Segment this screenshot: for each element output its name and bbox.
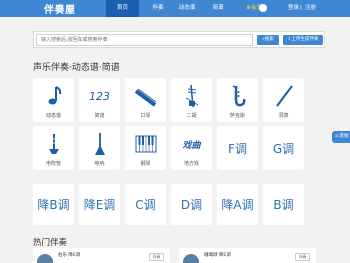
tile-label: 钢琴	[140, 161, 151, 167]
tile-label: 简谱	[94, 113, 105, 119]
tile-key-c[interactable]: C调	[125, 184, 166, 225]
accompaniment-button[interactable]: 伴奏	[149, 253, 164, 261]
suona-icon	[79, 132, 120, 156]
tile-key-b-flat[interactable]: 降B调	[33, 184, 74, 225]
tile-key-f[interactable]: F调	[217, 126, 258, 170]
tile-label: 动态谱	[45, 113, 61, 119]
tile-label: 电吹管	[45, 161, 61, 167]
section-title: 声乐伴奏·动态谱·简谱	[33, 63, 120, 73]
tile-flute[interactable]: 洞箫	[263, 78, 304, 122]
key-label: B调	[273, 198, 294, 212]
login-link[interactable]: 登录	[288, 0, 299, 17]
tile-key-g[interactable]: G调	[263, 126, 304, 170]
hot-item[interactable]: 伯乐 降E调 伴奏	[33, 248, 170, 263]
nav-item-home[interactable]: 首页	[106, 0, 139, 17]
register-link[interactable]: 注册	[305, 0, 316, 17]
tile-label: 萨克斯	[229, 113, 245, 119]
flute-icon	[263, 84, 304, 108]
hot-item-name: 珊瑚颂 降E调	[204, 253, 231, 258]
numbered-score-icon: 123	[89, 89, 110, 103]
album-cover	[183, 254, 199, 263]
tile-label: 洞箫	[278, 113, 289, 119]
key-label: 降A调	[221, 198, 254, 212]
tile-dynamic-score[interactable]: 动态谱	[33, 78, 74, 122]
upload-button-label: 上传生成伴奏	[291, 37, 319, 42]
tile-key-e-flat[interactable]: 降E调	[79, 184, 120, 225]
nav-item-accompaniment[interactable]: 伴奏	[146, 0, 170, 17]
hot-item[interactable]: 珊瑚颂 降E调 伴奏	[179, 248, 316, 263]
upload-button[interactable]: ⇧上传生成伴奏	[283, 35, 323, 45]
music-note-icon	[33, 84, 74, 108]
piano-icon	[125, 132, 166, 156]
avatar-icon[interactable]	[259, 4, 267, 12]
erhu-icon	[171, 84, 212, 108]
tile-key-d[interactable]: D调	[171, 184, 212, 225]
tile-key-b[interactable]: B调	[263, 184, 304, 225]
tile-local-opera[interactable]: 戏曲 地方戏	[171, 126, 212, 170]
hot-item-name: 伯乐 降E调	[58, 253, 81, 258]
key-label: D调	[180, 198, 203, 212]
opera-calligraphy-icon: 戏曲	[182, 140, 201, 151]
tile-saxophone[interactable]: 萨克斯	[217, 78, 258, 122]
hot-section-title: 热门伴奏	[33, 238, 68, 248]
wind-instrument-icon	[33, 132, 74, 156]
tile-wind-instrument[interactable]: 电吹管	[33, 126, 74, 170]
tile-key-a-flat[interactable]: 降A调	[217, 184, 258, 225]
search-bar: ⌕搜索 ⇧上传生成伴奏	[33, 31, 325, 48]
customer-service-label: 客服	[339, 134, 349, 139]
key-label: 降E调	[83, 198, 116, 212]
key-label: C调	[135, 198, 156, 212]
album-cover	[37, 254, 53, 263]
search-button[interactable]: ⌕搜索	[257, 35, 279, 45]
site-logo[interactable]: 伴奏屋	[44, 1, 76, 16]
harmonica-icon	[125, 84, 166, 108]
customer-service-button[interactable]: ☏客服	[332, 131, 350, 143]
search-button-label: 搜索	[264, 37, 274, 42]
tile-suona[interactable]: 唢呐	[79, 126, 120, 170]
tile-erhu[interactable]: 二胡	[171, 78, 212, 122]
tile-piano[interactable]: 钢琴	[125, 126, 166, 170]
tile-label: 地方戏	[183, 161, 199, 167]
tile-label: 二胡	[186, 113, 197, 119]
key-label: G调	[272, 141, 295, 156]
nav-item-dynamic-score[interactable]: 动态谱	[174, 0, 200, 17]
tile-harmonica[interactable]: 口琴	[125, 78, 166, 122]
accompaniment-button[interactable]: 伴奏	[295, 253, 310, 261]
tile-numbered-score[interactable]: 123 简谱	[79, 78, 120, 122]
key-label: 降B调	[37, 198, 70, 212]
nav-item-numbered-score[interactable]: 简谱	[206, 0, 230, 17]
search-input[interactable]	[36, 34, 253, 46]
top-nav-bar: 伴奏屋 首页 伴奏 动态谱 简谱 ♛会员 登录 | 注册	[0, 0, 350, 17]
saxophone-icon	[217, 84, 258, 108]
key-label: F调	[228, 141, 247, 156]
tile-label: 唢呐	[94, 161, 105, 167]
tile-label: 口琴	[140, 113, 151, 119]
nav-separator: |	[300, 5, 302, 11]
